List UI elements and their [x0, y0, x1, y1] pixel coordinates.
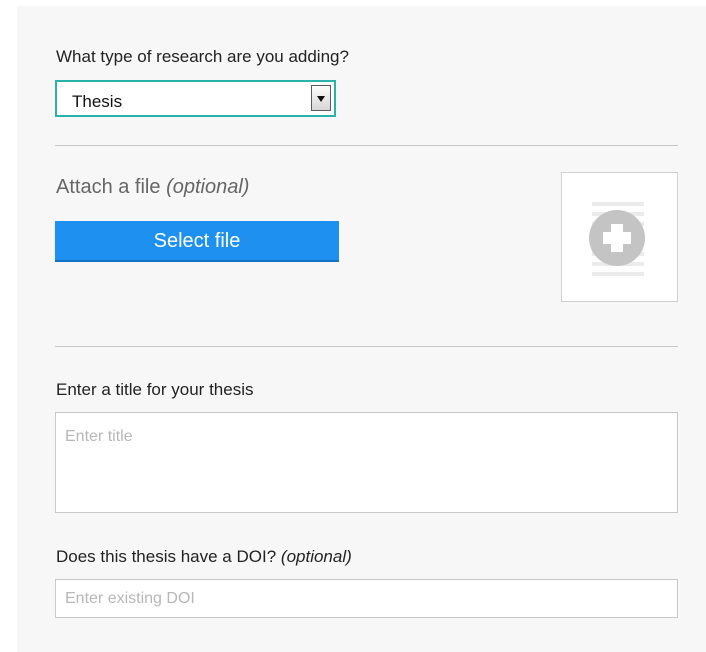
add-file-plus-icon	[589, 202, 645, 276]
attach-file-optional-text: (optional)	[166, 176, 250, 198]
chevron-down-icon[interactable]	[311, 85, 331, 111]
research-type-label: What type of research are you adding?	[56, 47, 349, 66]
thesis-title-label: Enter a title for your thesis	[56, 380, 254, 399]
file-thumbnail-dropzone[interactable]	[561, 172, 678, 302]
doi-optional-text: (optional)	[280, 547, 352, 566]
research-type-select[interactable]: Thesis	[55, 80, 336, 117]
doi-input[interactable]	[55, 579, 678, 618]
attach-file-heading-text: Attach a file	[56, 176, 161, 198]
thesis-title-input[interactable]	[55, 412, 678, 513]
doi-label: Does this thesis have a DOI? (optional)	[56, 547, 352, 567]
select-file-button[interactable]: Select file	[55, 221, 339, 262]
section-divider	[55, 145, 678, 146]
attach-file-heading: Attach a file (optional)	[56, 176, 249, 199]
section-divider	[55, 346, 678, 347]
doi-label-text: Does this thesis have a DOI?	[56, 547, 277, 566]
research-type-selected-value: Thesis	[72, 92, 123, 111]
